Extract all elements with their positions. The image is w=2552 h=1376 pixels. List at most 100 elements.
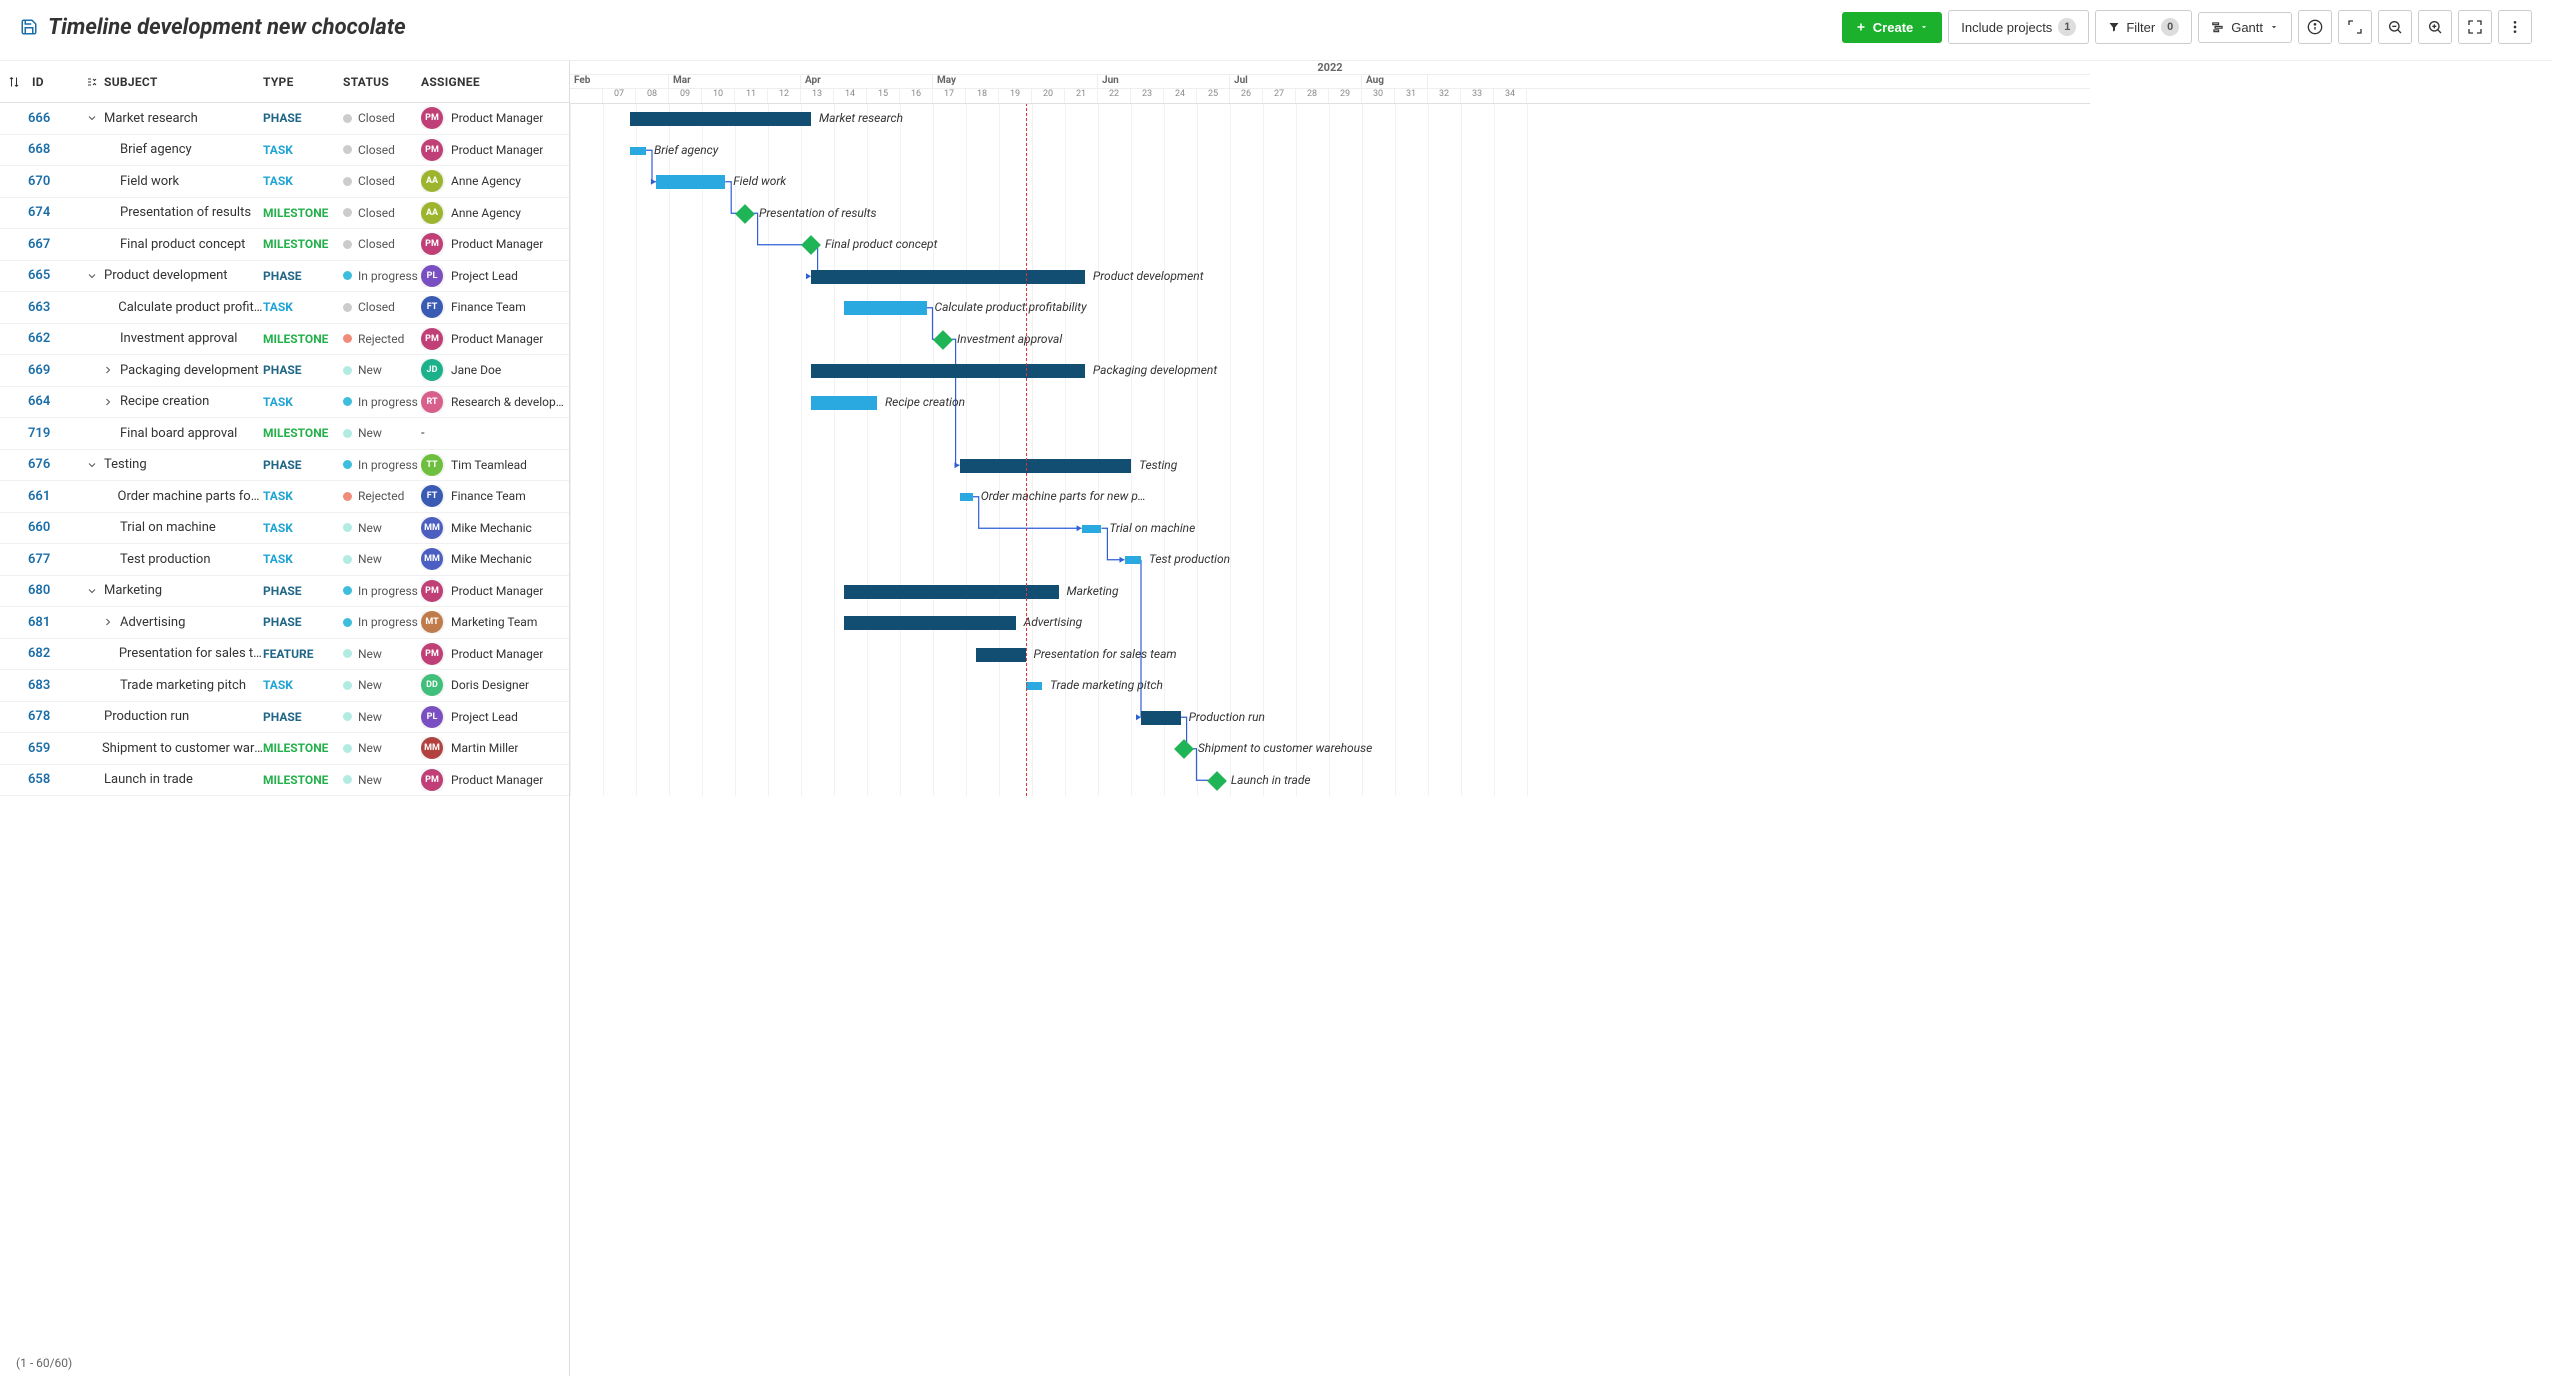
chevron-right-icon[interactable] (102, 616, 114, 628)
gantt-bar[interactable] (630, 147, 647, 155)
include-projects-button[interactable]: Include projects 1 (1948, 10, 2089, 44)
wp-subject[interactable]: Market research (86, 111, 263, 126)
chevron-down-icon[interactable] (86, 112, 98, 124)
wp-subject[interactable]: Test production (86, 552, 263, 567)
gantt-row[interactable]: Brief agency (570, 136, 2090, 168)
gantt-milestone[interactable] (1207, 771, 1227, 791)
zoom-in-button[interactable] (2418, 10, 2452, 44)
wp-subject[interactable]: Presentation for sales team (86, 646, 263, 661)
wp-id[interactable]: 678 (0, 709, 86, 724)
gantt-bar[interactable] (656, 175, 725, 189)
wp-subject[interactable]: Launch in trade (86, 772, 263, 787)
table-row[interactable]: 660Trial on machineTASKNewMMMike Mechani… (0, 513, 569, 545)
gantt-row[interactable] (570, 419, 2090, 451)
table-row[interactable]: 668Brief agencyTASKClosedPMProduct Manag… (0, 135, 569, 167)
table-row[interactable]: 665Product developmentPHASEIn progressPL… (0, 261, 569, 293)
wp-subject[interactable]: Testing (86, 457, 263, 472)
wp-id[interactable]: 666 (0, 111, 86, 126)
wp-id[interactable]: 663 (0, 300, 86, 315)
table-row[interactable]: 678Production runPHASENewPLProject Lead (0, 702, 569, 734)
wp-subject[interactable]: Investment approval (86, 331, 263, 346)
col-header-subject[interactable]: SUBJECT (86, 75, 263, 89)
gantt-milestone[interactable] (1174, 739, 1194, 759)
gantt-bar[interactable] (1125, 556, 1142, 564)
wp-id[interactable]: 719 (0, 426, 86, 441)
table-row[interactable]: 683Trade marketing pitchTASKNewDDDoris D… (0, 670, 569, 702)
gantt-row[interactable]: Presentation for sales team (570, 640, 2090, 672)
gantt-row[interactable]: Testing (570, 451, 2090, 483)
table-row[interactable]: 719Final board approvalMILESTONENew- (0, 418, 569, 450)
gantt-bar[interactable] (811, 270, 1085, 284)
wp-id[interactable]: 680 (0, 583, 86, 598)
gantt-milestone[interactable] (801, 235, 821, 255)
table-row[interactable]: 658Launch in tradeMILESTONENewPMProduct … (0, 765, 569, 797)
gantt-row[interactable]: Market research (570, 104, 2090, 136)
table-row[interactable]: 661Order machine parts for new p…TASKRej… (0, 481, 569, 513)
wp-subject[interactable]: Trade marketing pitch (86, 678, 263, 693)
table-row[interactable]: 676TestingPHASEIn progressTTTim Teamlead (0, 450, 569, 482)
gantt-row[interactable]: Investment approval (570, 325, 2090, 357)
table-row[interactable]: 674Presentation of resultsMILESTONEClose… (0, 198, 569, 230)
wp-subject[interactable]: Packaging development (86, 363, 263, 378)
gantt-bar[interactable] (811, 396, 877, 410)
wp-subject[interactable]: Field work (86, 174, 263, 189)
gantt-bar[interactable] (844, 616, 1016, 630)
col-header-id[interactable]: ID (28, 75, 86, 89)
col-header-status[interactable]: STATUS (343, 75, 421, 89)
table-row[interactable]: 662Investment approvalMILESTONERejectedP… (0, 324, 569, 356)
wp-subject[interactable]: Product development (86, 268, 263, 283)
gantt-bar[interactable] (1026, 682, 1043, 690)
chevron-right-icon[interactable] (102, 396, 114, 408)
gantt-row[interactable]: Advertising (570, 608, 2090, 640)
wp-id[interactable]: 664 (0, 394, 86, 409)
table-row[interactable]: 681AdvertisingPHASEIn progressMTMarketin… (0, 607, 569, 639)
gantt-row[interactable]: Marketing (570, 577, 2090, 609)
gantt-bar[interactable] (960, 493, 973, 501)
save-icon[interactable] (20, 18, 38, 36)
gantt-row[interactable]: Shipment to customer warehouse (570, 734, 2090, 766)
wp-id[interactable]: 683 (0, 678, 86, 693)
wp-id[interactable]: 662 (0, 331, 86, 346)
chevron-down-icon[interactable] (86, 459, 98, 471)
table-row[interactable]: 659Shipment to customer warehouseMILESTO… (0, 733, 569, 765)
gantt-row[interactable]: Field work (570, 167, 2090, 199)
table-row[interactable]: 663Calculate product profitabilityTASKCl… (0, 292, 569, 324)
table-row[interactable]: 682Presentation for sales teamFEATURENew… (0, 639, 569, 671)
wp-id[interactable]: 661 (0, 489, 86, 504)
wp-subject[interactable]: Final board approval (86, 426, 263, 441)
gantt-row[interactable]: Production run (570, 703, 2090, 735)
gantt-bar[interactable] (1141, 711, 1181, 725)
gantt-row[interactable]: Recipe creation (570, 388, 2090, 420)
create-button[interactable]: Create (1842, 12, 1942, 43)
gantt-milestone[interactable] (735, 204, 755, 224)
wp-subject[interactable]: Order machine parts for new p… (86, 489, 263, 504)
table-row[interactable]: 677Test productionTASKNewMMMike Mechanic (0, 544, 569, 576)
gantt-row[interactable]: Final product concept (570, 230, 2090, 262)
table-row[interactable]: 669Packaging developmentPHASENewJDJane D… (0, 355, 569, 387)
gantt-milestone[interactable] (933, 330, 953, 350)
gantt-row[interactable]: Calculate product profitability (570, 293, 2090, 325)
gantt-row[interactable]: Launch in trade (570, 766, 2090, 798)
wp-subject[interactable]: Advertising (86, 615, 263, 630)
wp-id[interactable]: 681 (0, 615, 86, 630)
view-selector-button[interactable]: Gantt (2198, 12, 2292, 43)
col-header-assignee[interactable]: ASSIGNEE (421, 75, 569, 89)
wp-subject[interactable]: Presentation of results (86, 205, 263, 220)
wp-subject[interactable]: Recipe creation (86, 394, 263, 409)
sort-icon[interactable] (8, 76, 20, 88)
table-row[interactable]: 664Recipe creationTASKIn progressRTResea… (0, 387, 569, 419)
gantt-row[interactable]: Trade marketing pitch (570, 671, 2090, 703)
gantt-row[interactable]: Order machine parts for new p… (570, 482, 2090, 514)
gantt-bar[interactable] (630, 112, 812, 126)
wp-id[interactable]: 670 (0, 174, 86, 189)
gantt-bar[interactable] (844, 301, 927, 315)
more-button[interactable] (2498, 10, 2532, 44)
gantt-bar[interactable] (976, 648, 1026, 662)
wp-id[interactable]: 660 (0, 520, 86, 535)
wp-subject[interactable]: Trial on machine (86, 520, 263, 535)
wp-subject[interactable]: Production run (86, 709, 263, 724)
gantt-row[interactable]: Product development (570, 262, 2090, 294)
wp-id[interactable]: 674 (0, 205, 86, 220)
gantt-bar[interactable] (960, 459, 1132, 473)
gantt-row[interactable]: Packaging development (570, 356, 2090, 388)
